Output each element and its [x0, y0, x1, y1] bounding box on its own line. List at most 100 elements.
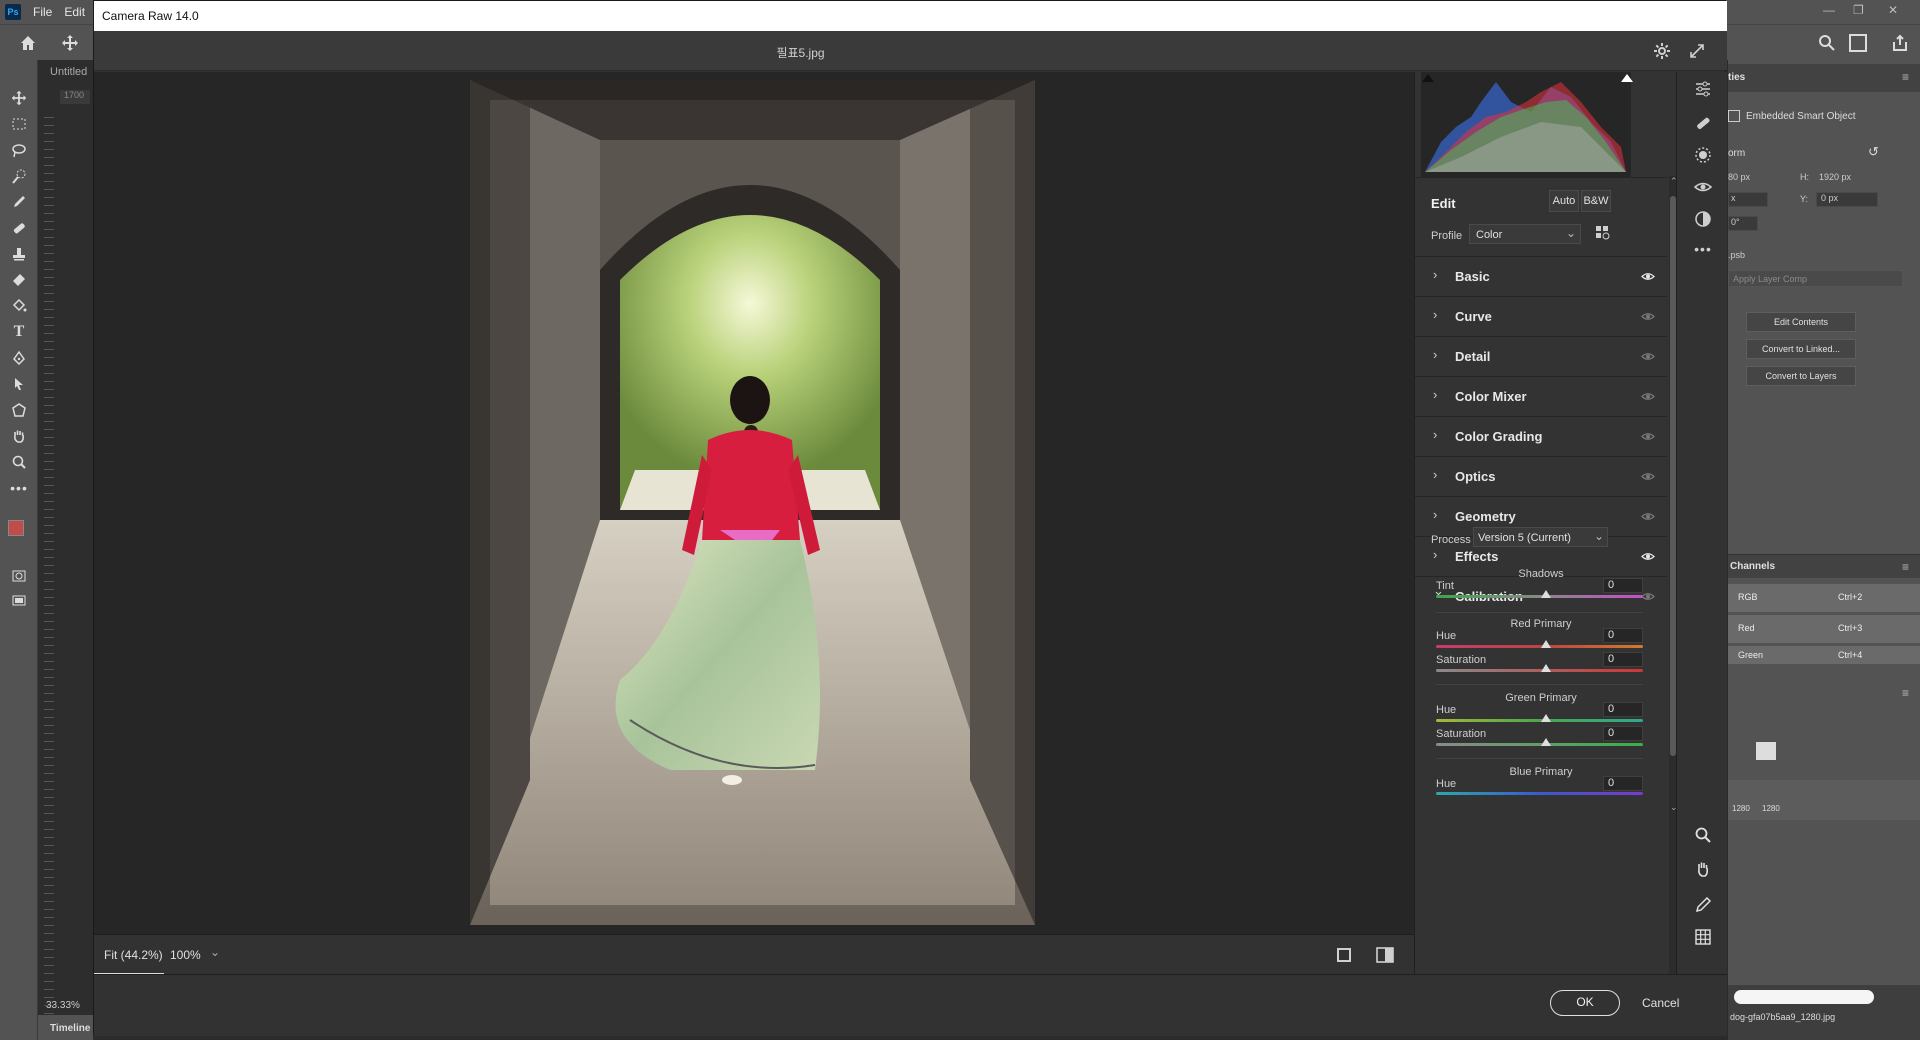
edit-contents-button[interactable]: Edit Contents — [1746, 312, 1856, 332]
chevron-right-icon[interactable]: › — [1433, 547, 1437, 562]
pen-tool-icon[interactable] — [8, 347, 30, 369]
section-curve[interactable]: › Curve — [1415, 296, 1667, 335]
hand-icon[interactable] — [1692, 858, 1714, 880]
search-icon[interactable] — [1817, 33, 1837, 53]
hand-tool-icon[interactable] — [8, 425, 30, 447]
profile-browser-icon[interactable] — [1595, 225, 1611, 241]
paint-bucket-icon[interactable] — [8, 295, 30, 317]
screen-mode-icon[interactable] — [8, 590, 30, 612]
chevron-right-icon[interactable]: › — [1433, 347, 1437, 362]
color-sampler-icon[interactable] — [1692, 894, 1714, 916]
zoom-icon[interactable] — [1692, 824, 1714, 846]
path-select-icon[interactable] — [8, 373, 30, 395]
channels-tab[interactable]: Channels — [1730, 561, 1775, 572]
mask-icon[interactable] — [1756, 742, 1776, 760]
red-hue-slider-track[interactable] — [1436, 645, 1643, 648]
channel-row[interactable]: Green Ctrl+4 — [1728, 646, 1920, 664]
angle-field[interactable]: 0° — [1728, 216, 1758, 231]
visibility-eye-icon[interactable] — [1641, 270, 1655, 280]
fullscreen-icon[interactable] — [1687, 41, 1707, 61]
highlight-clipping-icon[interactable] — [1621, 74, 1633, 82]
convert-to-linked-button[interactable]: Convert to Linked... — [1746, 339, 1856, 359]
visibility-eye-icon[interactable] — [1641, 550, 1655, 560]
menu-file[interactable]: File — [33, 5, 52, 19]
cancel-button[interactable]: Cancel — [1642, 996, 1679, 1010]
chevron-right-icon[interactable]: › — [1433, 507, 1437, 522]
section-basic[interactable]: › Basic — [1415, 256, 1667, 295]
red-saturation-value[interactable]: 0 — [1603, 652, 1643, 667]
layer-comp-select[interactable]: Apply Layer Comp — [1728, 270, 1903, 287]
section-optics[interactable]: › Optics — [1415, 456, 1667, 495]
w-value[interactable]: 80 px — [1728, 172, 1750, 182]
green-saturation-slider-thumb[interactable] — [1541, 738, 1551, 746]
zoom-tool-icon[interactable] — [8, 451, 30, 473]
move-tool-icon[interactable] — [8, 87, 30, 109]
section-color-grading[interactable]: › Color Grading — [1415, 416, 1667, 455]
reset-icon[interactable]: ↺ — [1868, 144, 1879, 160]
section-color-mixer[interactable]: › Color Mixer — [1415, 376, 1667, 415]
visibility-eye-icon[interactable] — [1641, 510, 1655, 520]
green-hue-value[interactable]: 0 — [1603, 702, 1643, 717]
blue-hue-slider-track[interactable] — [1436, 792, 1643, 795]
eyedropper-icon[interactable] — [8, 191, 30, 213]
visibility-eye-icon[interactable] — [1641, 470, 1655, 480]
share-icon[interactable] — [1890, 33, 1910, 53]
menu-edit[interactable]: Edit — [64, 5, 85, 19]
marquee-tool-icon[interactable] — [8, 113, 30, 135]
healing-icon[interactable] — [1692, 112, 1714, 134]
bw-button[interactable]: B&W — [1581, 190, 1611, 212]
ok-button[interactable]: OK — [1550, 990, 1620, 1016]
foreground-color-swatch[interactable] — [8, 520, 24, 536]
doc-tab[interactable]: Untitled — [50, 66, 87, 78]
image-canvas[interactable] — [94, 72, 1414, 934]
move-options-icon[interactable] — [60, 33, 80, 53]
zoom-dropdown-icon[interactable]: ⌄ — [210, 945, 220, 959]
tint-slider-thumb[interactable] — [1541, 590, 1551, 598]
visibility-eye-icon[interactable] — [1641, 430, 1655, 440]
edit-sliders-icon[interactable] — [1692, 78, 1714, 100]
layer-row[interactable]: 1280 1280 — [1728, 780, 1920, 820]
settings-icon[interactable] — [1652, 41, 1672, 61]
shadow-clipping-icon[interactable] — [1422, 74, 1434, 82]
red-eye-icon[interactable] — [1692, 176, 1714, 198]
chevron-right-icon[interactable]: › — [1433, 427, 1437, 442]
tint-slider-track[interactable] — [1436, 595, 1643, 598]
zoom-100-button[interactable]: 100% — [170, 948, 201, 962]
shape-tool-icon[interactable] — [8, 399, 30, 421]
y-field[interactable]: 0 px — [1816, 192, 1878, 207]
blue-hue-value[interactable]: 0 — [1603, 776, 1643, 791]
quick-mask-icon[interactable] — [8, 565, 30, 587]
timeline-tab[interactable]: Timeline — [38, 1015, 93, 1040]
green-hue-slider-track[interactable] — [1436, 719, 1643, 722]
auto-button[interactable]: Auto — [1549, 190, 1579, 212]
h-value[interactable]: 1920 px — [1819, 172, 1851, 182]
channel-row[interactable]: RGB Ctrl+2 — [1728, 584, 1920, 612]
section-detail[interactable]: › Detail — [1415, 336, 1667, 375]
stamp-icon[interactable] — [8, 243, 30, 265]
chevron-right-icon[interactable]: › — [1433, 307, 1437, 322]
healing-brush-icon[interactable] — [8, 217, 30, 239]
profile-select[interactable]: Color ⌄ — [1469, 224, 1581, 244]
process-select[interactable]: Version 5 (Current) ⌄ — [1473, 527, 1608, 547]
convert-to-layers-button[interactable]: Convert to Layers — [1746, 366, 1856, 386]
red-hue-slider-thumb[interactable] — [1541, 640, 1551, 648]
tint-value[interactable]: 0 — [1603, 578, 1643, 593]
visibility-eye-icon[interactable] — [1641, 350, 1655, 360]
green-saturation-slider-track[interactable] — [1436, 743, 1643, 746]
before-after-icon[interactable] — [1376, 947, 1394, 963]
green-hue-slider-thumb[interactable] — [1541, 714, 1551, 722]
masking-icon[interactable] — [1692, 144, 1714, 166]
x-field[interactable]: x — [1728, 192, 1768, 207]
layers-menu-icon[interactable]: ≡ — [1902, 686, 1909, 700]
type-tool-icon[interactable]: T — [8, 321, 30, 343]
chevron-right-icon[interactable]: › — [1433, 387, 1437, 402]
channel-row[interactable]: Red Ctrl+3 — [1728, 615, 1920, 643]
more-tools-icon[interactable]: ••• — [8, 477, 30, 499]
red-hue-value[interactable]: 0 — [1603, 628, 1643, 643]
visibility-eye-icon[interactable] — [1641, 310, 1655, 320]
chevron-right-icon[interactable]: › — [1433, 267, 1437, 282]
quick-select-icon[interactable] — [8, 165, 30, 187]
panel-menu-icon[interactable]: ≡ — [1902, 70, 1909, 84]
visibility-eye-icon[interactable] — [1641, 590, 1655, 600]
red-saturation-slider-thumb[interactable] — [1541, 664, 1551, 672]
